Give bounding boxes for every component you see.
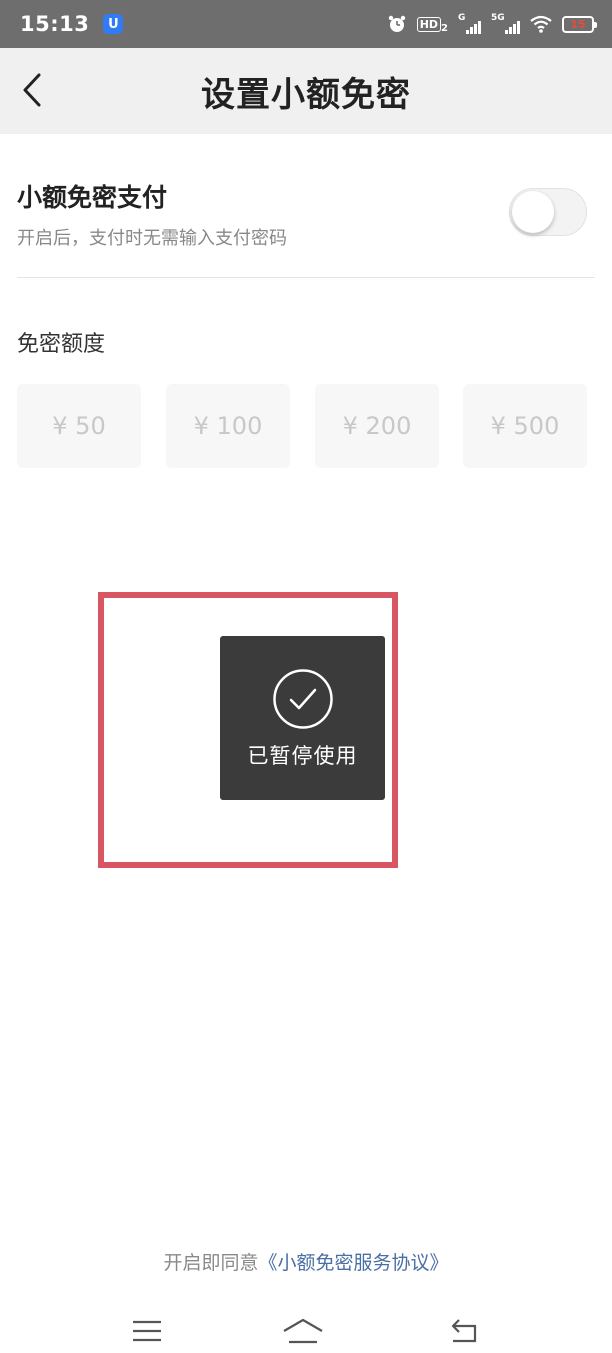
amount-option-200[interactable]: ¥ 200	[315, 384, 439, 468]
home-icon	[283, 1318, 323, 1344]
status-right: HD 2 G 5G 15	[387, 12, 597, 34]
menu-button[interactable]	[125, 1314, 169, 1348]
setting-description: 开启后，支付时无需输入支付密码	[17, 228, 287, 249]
wifi-icon	[530, 15, 552, 33]
amount-option-500[interactable]: ¥ 500	[463, 384, 587, 468]
toast: 已暂停使用	[220, 636, 385, 800]
small-amount-setting-row: 小额免密支付 开启后，支付时无需输入支付密码	[17, 134, 595, 278]
page-title: 设置小额免密	[201, 74, 411, 115]
toast-message: 已暂停使用	[247, 744, 358, 768]
alarm-icon	[387, 14, 407, 34]
hd-voice-icon: HD 2	[416, 15, 448, 34]
battery-icon: 15	[562, 15, 597, 33]
amount-option-100[interactable]: ¥ 100	[166, 384, 290, 468]
back-nav-button[interactable]	[442, 1314, 486, 1348]
amount-label: 免密额度	[17, 332, 106, 357]
menu-icon	[133, 1320, 161, 1342]
hd-sub: 2	[441, 22, 448, 34]
check-circle-icon	[272, 669, 333, 729]
signal-g-tag: G	[458, 12, 466, 23]
home-button[interactable]	[281, 1314, 325, 1348]
nav-bar: 设置小额免密	[0, 48, 612, 134]
amount-option-50[interactable]: ¥ 50	[17, 384, 141, 468]
status-left: 15:13 U	[20, 12, 124, 36]
setting-title: 小额免密支付	[17, 183, 168, 212]
status-bar: 15:13 U HD 2 G 5G 15	[0, 0, 612, 48]
password-free-toggle[interactable]	[509, 188, 587, 236]
battery-level: 15	[570, 17, 586, 31]
signal-5g-tag: 5G	[491, 12, 505, 23]
chevron-left-icon	[23, 73, 41, 107]
amount-options: ¥ 50 ¥ 100 ¥ 200 ¥ 500	[17, 384, 587, 468]
hd-label: HD	[416, 16, 442, 32]
signal-5g-icon: 5G	[491, 12, 520, 34]
return-icon	[451, 1319, 477, 1343]
signal-g-icon: G	[458, 12, 481, 34]
status-time: 15:13	[20, 12, 90, 36]
app-notification-icon: U	[103, 14, 124, 34]
toggle-knob	[512, 191, 554, 233]
back-button[interactable]	[12, 70, 52, 110]
screen: 15:13 U HD 2 G 5G 15 设置小额免密 小额免密支付 开启后，支…	[0, 0, 612, 1353]
agreement-prefix: 开启即同意	[163, 1252, 259, 1274]
agreement-link[interactable]: 《小额免密服务协议》	[259, 1252, 449, 1274]
system-nav	[0, 1310, 612, 1353]
agreement: 开启即同意《小额免密服务协议》	[0, 1248, 612, 1275]
